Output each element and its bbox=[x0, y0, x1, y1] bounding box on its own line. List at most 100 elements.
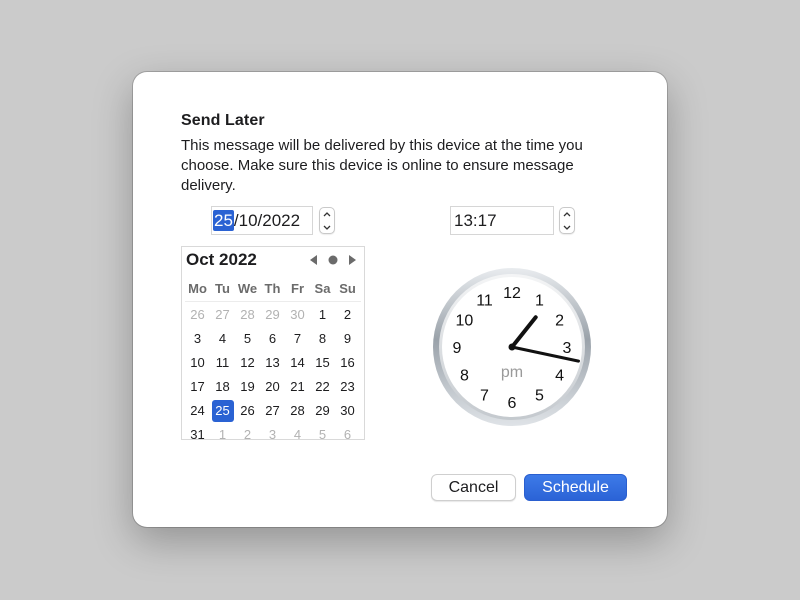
calendar-day[interactable]: 24 bbox=[185, 400, 210, 422]
calendar-day[interactable]: 22 bbox=[310, 376, 335, 398]
calendar-day-number: 20 bbox=[265, 379, 280, 394]
date-decrement-button[interactable] bbox=[320, 221, 334, 233]
calendar-day[interactable]: 28 bbox=[235, 304, 260, 326]
calendar-day[interactable]: 3 bbox=[260, 424, 285, 446]
chevron-up-icon bbox=[323, 211, 331, 216]
calendar-day[interactable]: 4 bbox=[285, 424, 310, 446]
previous-month-button[interactable] bbox=[308, 253, 320, 267]
calendar-day-number: 1 bbox=[218, 427, 227, 442]
calendar-day-number: 16 bbox=[340, 355, 355, 370]
clock-numeral: 11 bbox=[476, 292, 493, 309]
calendar-day[interactable]: 14 bbox=[285, 352, 310, 374]
chevron-down-icon bbox=[323, 225, 331, 230]
calendar-day-number: 11 bbox=[215, 355, 230, 370]
calendar-day[interactable]: 20 bbox=[260, 376, 285, 398]
calendar-day[interactable]: 2 bbox=[335, 304, 360, 326]
calendar-day[interactable]: 29 bbox=[260, 304, 285, 326]
calendar-day-selected[interactable]: 25 bbox=[210, 400, 235, 422]
calendar-day-number: 8 bbox=[318, 331, 327, 346]
calendar-day[interactable]: 9 bbox=[335, 328, 360, 350]
calendar-grid: Mo Tu We Th Fr Sa Su 26 27 28 29 30 1 2 3 4 5 6 7 8 9 10 11 12… bbox=[185, 279, 361, 448]
calendar-day[interactable]: 21 bbox=[285, 376, 310, 398]
date-field[interactable]: 25/10/2022 bbox=[211, 206, 313, 235]
calendar-day[interactable]: 8 bbox=[310, 328, 335, 350]
calendar-day[interactable]: 1 bbox=[310, 304, 335, 326]
calendar-week-row: 10 11 12 13 14 15 16 bbox=[185, 352, 361, 376]
calendar-day-number: 19 bbox=[240, 379, 255, 394]
calendar-day[interactable]: 2 bbox=[235, 424, 260, 446]
schedule-button[interactable]: Schedule bbox=[524, 474, 627, 501]
calendar-day[interactable]: 12 bbox=[235, 352, 260, 374]
calendar-week-row: 31 1 2 3 4 5 6 bbox=[185, 424, 361, 448]
calendar-week-row: 3 4 5 6 7 8 9 bbox=[185, 328, 361, 352]
clock-numeral: 2 bbox=[555, 313, 564, 330]
calendar-day[interactable]: 30 bbox=[285, 304, 310, 326]
calendar-day-number: 26 bbox=[190, 307, 205, 322]
calendar-day-number: 28 bbox=[290, 403, 305, 418]
triangle-right-icon bbox=[349, 255, 356, 265]
calendar-day[interactable]: 19 bbox=[235, 376, 260, 398]
calendar-day[interactable]: 6 bbox=[260, 328, 285, 350]
weekday-label: Th bbox=[264, 281, 281, 296]
calendar-day[interactable]: 31 bbox=[185, 424, 210, 446]
calendar-day[interactable]: 23 bbox=[335, 376, 360, 398]
weekday-label: We bbox=[237, 281, 258, 296]
calendar-day[interactable]: 11 bbox=[210, 352, 235, 374]
today-button[interactable] bbox=[327, 253, 339, 267]
calendar-day[interactable]: 15 bbox=[310, 352, 335, 374]
cancel-button[interactable]: Cancel bbox=[431, 474, 516, 501]
calendar-day[interactable]: 10 bbox=[185, 352, 210, 374]
clock-numeral: 4 bbox=[555, 368, 564, 385]
weekday-label: Su bbox=[339, 281, 356, 296]
calendar-day[interactable]: 7 bbox=[285, 328, 310, 350]
calendar-day-number: 12 bbox=[240, 355, 255, 370]
next-month-button[interactable] bbox=[346, 253, 358, 267]
calendar-day[interactable]: 5 bbox=[235, 328, 260, 350]
calendar-day-number: 15 bbox=[315, 355, 330, 370]
time-stepper[interactable] bbox=[559, 207, 575, 234]
calendar-day-number: 4 bbox=[293, 427, 302, 442]
calendar-day[interactable]: 26 bbox=[235, 400, 260, 422]
calendar-day-number: 29 bbox=[315, 403, 330, 418]
calendar-day-number: 6 bbox=[343, 427, 352, 442]
calendar-week-row: 17 18 19 20 21 22 23 bbox=[185, 376, 361, 400]
calendar-day-number: 14 bbox=[290, 355, 305, 370]
clock-numeral: 6 bbox=[508, 395, 517, 412]
calendar-day-number: 26 bbox=[240, 403, 255, 418]
time-decrement-button[interactable] bbox=[560, 221, 574, 233]
date-increment-button[interactable] bbox=[320, 208, 334, 220]
calendar-day[interactable]: 18 bbox=[210, 376, 235, 398]
calendar-day[interactable]: 16 bbox=[335, 352, 360, 374]
date-day-segment[interactable]: 25 bbox=[213, 210, 234, 231]
calendar: Oct 2022 Mo Tu We Th Fr Sa Su 26 27 28 29 30 1 2 3 4 5 6… bbox=[181, 246, 365, 442]
calendar-day[interactable]: 6 bbox=[335, 424, 360, 446]
clock-numeral: 1 bbox=[535, 292, 544, 309]
date-stepper[interactable] bbox=[319, 207, 335, 234]
send-later-dialog: Send Later This message will be delivere… bbox=[133, 72, 667, 527]
calendar-day-number: 10 bbox=[190, 355, 205, 370]
calendar-day[interactable]: 1 bbox=[210, 424, 235, 446]
clock-numeral: 3 bbox=[563, 340, 572, 357]
calendar-day[interactable]: 5 bbox=[310, 424, 335, 446]
date-month-year-segment[interactable]: /10/2022 bbox=[234, 211, 300, 230]
calendar-day-number: 29 bbox=[265, 307, 280, 322]
calendar-day[interactable]: 26 bbox=[185, 304, 210, 326]
calendar-day[interactable]: 29 bbox=[310, 400, 335, 422]
calendar-day[interactable]: 4 bbox=[210, 328, 235, 350]
calendar-day[interactable]: 30 bbox=[335, 400, 360, 422]
calendar-day-number: 25 bbox=[215, 403, 230, 418]
calendar-day[interactable]: 27 bbox=[210, 304, 235, 326]
clock-numeral: 8 bbox=[460, 368, 469, 385]
calendar-day-number: 30 bbox=[340, 403, 355, 418]
calendar-day[interactable]: 28 bbox=[285, 400, 310, 422]
time-increment-button[interactable] bbox=[560, 208, 574, 220]
calendar-day[interactable]: 13 bbox=[260, 352, 285, 374]
calendar-day[interactable]: 27 bbox=[260, 400, 285, 422]
clock-center-pin bbox=[508, 343, 516, 351]
calendar-day-number: 5 bbox=[318, 427, 327, 442]
calendar-day-number: 1 bbox=[318, 307, 327, 322]
calendar-day[interactable]: 3 bbox=[185, 328, 210, 350]
calendar-day[interactable]: 17 bbox=[185, 376, 210, 398]
dot-icon bbox=[328, 255, 338, 265]
time-field[interactable]: 13:17 bbox=[450, 206, 554, 235]
